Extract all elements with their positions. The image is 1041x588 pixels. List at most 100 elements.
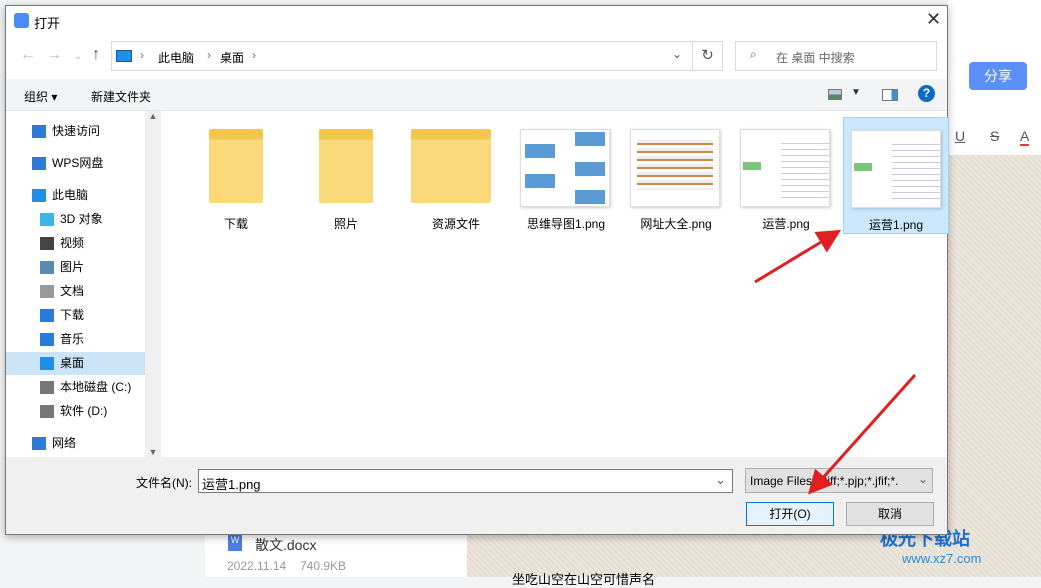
chevron-right-icon: › xyxy=(207,48,211,62)
dialog-footer: 文件名(N): 运营1.png ⌄ Image Files(*.tiff;*.pj… xyxy=(6,457,947,534)
sidebar-item-label: 此电脑 xyxy=(52,188,89,202)
sidebar-item[interactable]: 视频 xyxy=(6,232,145,255)
music-icon xyxy=(40,333,54,346)
filename-input[interactable]: 运营1.png ⌄ xyxy=(198,469,733,493)
recent-file-date: 2022.11.14 xyxy=(227,559,287,573)
network-icon xyxy=(32,437,46,450)
file-list: 下载 照片 资源文件 思维导图1.png 网址大全.png 运营.png 运营1.png xyxy=(161,111,949,457)
folder-icon xyxy=(411,129,491,203)
cancel-button[interactable]: 取消 xyxy=(846,502,934,526)
file-item[interactable]: 下载 xyxy=(183,117,289,234)
recent-file-name: 散文.docx xyxy=(255,537,317,553)
sidebar-item-label: 网络 xyxy=(52,436,77,450)
back-icon[interactable]: ← xyxy=(20,46,36,64)
file-name: 思维导图1.png xyxy=(526,217,606,231)
sidebar-item[interactable]: 本地磁盘 (C:) xyxy=(6,376,145,399)
file-name: 下载 xyxy=(223,217,248,231)
chevron-right-icon: › xyxy=(140,48,144,62)
sidebar-item[interactable]: 下载 xyxy=(6,304,145,327)
sidebar-item-label: 图片 xyxy=(60,260,85,274)
refresh-button[interactable]: ↻ xyxy=(693,41,723,71)
sidebar-item-label: WPS网盘 xyxy=(52,156,104,170)
search-icon: ⌕ xyxy=(750,47,757,61)
open-button[interactable]: 打开(O) xyxy=(746,502,834,526)
word-file-icon: W xyxy=(228,535,242,551)
sidebar-item-label: 音乐 xyxy=(60,332,85,346)
file-item[interactable]: 运营.png xyxy=(733,117,839,234)
file-name: 运营1.png xyxy=(868,218,924,232)
drive-icon xyxy=(40,405,54,418)
image-thumbnail xyxy=(630,129,720,207)
breadcrumb-item[interactable]: 此电脑 xyxy=(158,49,194,66)
recent-file-size: 740.9KB xyxy=(300,559,347,573)
sidebar-item-label: 视频 xyxy=(60,236,85,250)
file-item[interactable]: 网址大全.png xyxy=(623,117,729,234)
download-icon xyxy=(40,309,54,322)
underline-icon[interactable]: U xyxy=(955,128,965,144)
document-text: 坐吃山空在山空可惜声名 xyxy=(512,572,656,587)
recent-chevron-icon[interactable]: ⌄ xyxy=(74,51,82,62)
sidebar-item-label: 下载 xyxy=(60,308,85,322)
strikethrough-icon[interactable]: S xyxy=(990,128,999,144)
share-button[interactable]: 分享 xyxy=(969,62,1027,90)
chevron-right-icon[interactable]: › xyxy=(252,48,256,62)
navigation-pane: 快速访问 WPS网盘此电脑 3D 对象视频图片文档下载音乐桌面本地磁盘 (C:) 软件… xyxy=(6,111,161,457)
desktop-icon xyxy=(40,357,54,370)
sidebar-item-label: 3D 对象 xyxy=(60,212,103,226)
preview-pane-icon[interactable] xyxy=(882,89,898,101)
sidebar-item[interactable]: 快速访问 xyxy=(6,120,145,143)
sidebar-scrollbar[interactable]: ▲ ▼ xyxy=(145,111,161,457)
address-bar[interactable]: › 此电脑 › 桌面 › ⌄ xyxy=(111,41,693,71)
folder-icon xyxy=(319,129,373,203)
sidebar-item-label: 文档 xyxy=(60,284,85,298)
cube-icon xyxy=(40,213,54,226)
sidebar-item[interactable]: 网络 xyxy=(6,432,145,455)
sidebar-item[interactable]: 图片 xyxy=(6,256,145,279)
app-icon xyxy=(14,13,29,28)
up-icon[interactable]: ↑ xyxy=(92,46,100,64)
file-name: 照片 xyxy=(333,217,358,231)
image-thumbnail xyxy=(740,129,830,207)
search-placeholder: 在 桌面 中搜索 xyxy=(776,51,855,65)
sidebar-item[interactable]: 此电脑 xyxy=(6,184,145,207)
view-icon[interactable] xyxy=(828,89,842,100)
file-item[interactable]: 资源文件 xyxy=(403,117,509,234)
cloud-icon xyxy=(32,157,46,170)
image-thumbnail xyxy=(520,129,610,207)
filename-label: 文件名(N): xyxy=(136,476,192,490)
forward-icon[interactable]: → xyxy=(46,46,62,64)
file-item[interactable]: 运营1.png xyxy=(843,117,949,234)
folder-icon xyxy=(209,129,263,203)
sidebar-item-label: 桌面 xyxy=(60,356,85,370)
sidebar-item[interactable]: 桌面 xyxy=(6,352,145,375)
dialog-title: 打开 xyxy=(34,16,61,31)
computer-icon xyxy=(32,189,46,202)
help-icon[interactable]: ? xyxy=(918,85,935,102)
organize-button[interactable]: 组织 ▾ xyxy=(24,88,57,105)
new-folder-button[interactable]: 新建文件夹 xyxy=(91,88,151,105)
search-input[interactable]: ⌕ 在 桌面 中搜索 xyxy=(735,41,937,71)
chevron-down-icon: ⌄ xyxy=(917,472,928,486)
chevron-down-icon[interactable]: ⌄ xyxy=(672,47,682,61)
image-thumbnail xyxy=(851,130,941,208)
title-bar: 打开 ✕ xyxy=(6,6,947,36)
filetype-select[interactable]: Image Files(*.tiff;*.pjp;*.jfif;*. ⌄ xyxy=(745,468,933,493)
file-item[interactable]: 思维导图1.png xyxy=(513,117,619,234)
view-dropdown-icon[interactable]: ▼ xyxy=(851,87,861,98)
toolbar: 组织 ▾ 新建文件夹 ▼ ? xyxy=(6,79,947,111)
computer-icon xyxy=(116,50,132,62)
chevron-down-icon[interactable]: ⌄ xyxy=(715,472,726,488)
font-color-icon[interactable]: A xyxy=(1020,128,1030,146)
sidebar-item[interactable]: 3D 对象 xyxy=(6,208,145,231)
sidebar-item[interactable]: 软件 (D:) xyxy=(6,400,145,423)
sidebar-item[interactable]: 文档 xyxy=(6,280,145,303)
drive-icon xyxy=(40,381,54,394)
file-item[interactable]: 照片 xyxy=(293,117,399,234)
recent-file-item[interactable]: W 散文.docx 2022.11.14 740.9KB xyxy=(205,535,467,577)
sidebar-item[interactable]: 音乐 xyxy=(6,328,145,351)
star-icon xyxy=(32,125,46,138)
close-icon[interactable]: ✕ xyxy=(926,9,941,30)
sidebar-item[interactable]: WPS网盘 xyxy=(6,152,145,175)
document-icon xyxy=(40,285,54,298)
breadcrumb-item[interactable]: 桌面 xyxy=(220,49,244,66)
